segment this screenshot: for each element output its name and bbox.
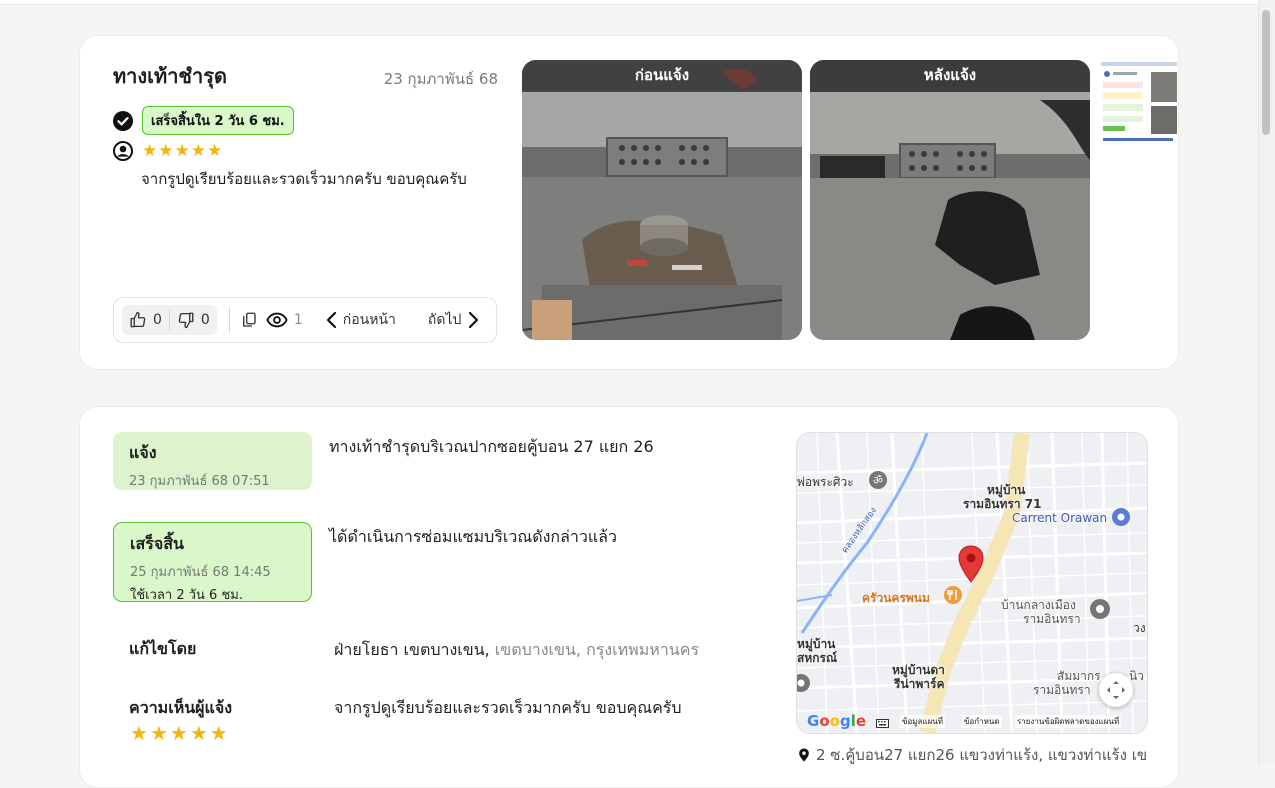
map-terms-link[interactable]: ข้อกำหนด [962,715,1002,728]
star-icon: ★ [169,721,188,745]
star-icon: ★ [190,140,206,161]
timeline-reported-text: ทางเท้าชำรุดบริเวณปากซอยคู้บอน 27 แยก 26 [329,437,654,456]
like-count: 0 [153,312,162,328]
status-row: เสร็จสิ้นใน 2 วัน 6 ชม. [113,106,294,135]
timeline-done-duration: ใช้เวลา 2 วัน 6 ชม. [130,588,243,603]
after-photo-image [810,60,1090,340]
report-summary-card: ทางเท้าชำรุด 23 กุมภาพันธ์ 68 เสร็จสิ้นใ… [79,35,1179,370]
star-icon: ★ [149,721,168,745]
before-photo-label: ก่อนแจ้ง [522,60,802,91]
star-icon: ★ [142,140,158,161]
view-count: 1 [293,312,303,328]
eye-icon [266,312,288,328]
like-button[interactable]: 0 [122,311,169,329]
fixed-by-area: เขตบางเขน, กรุงเทพมหานคร [489,640,700,659]
map-label-village4-line2: รีน่าพาร์ค [894,677,945,691]
check-circle-icon [113,110,133,131]
rating-stars: ★ ★ ★ ★ ★ [142,140,223,161]
user-circle-icon [113,141,133,161]
chevron-left-icon [326,311,336,329]
timeline-reported-title: แจ้ง [129,443,157,462]
dislike-button[interactable]: 0 [170,311,217,329]
location-pin-icon[interactable] [958,545,984,583]
rating-row: ★ ★ ★ ★ ★ [113,141,223,161]
star-icon: ★ [158,140,174,161]
thumbs-up-icon [130,311,146,328]
map-footer: Google ข้อมูลแผนที่ ข้อกำหนด รายงานข้อผิ… [797,712,1147,733]
timeline-done-text: ได้ดำเนินการซ่อมแซมบริเวณดังกล่าวแล้ว [329,527,617,546]
after-photo-label: หลังแจ้ง [810,60,1090,91]
copy-button[interactable] [240,311,258,329]
thumbs-down-icon [178,312,194,329]
restaurant-icon [944,586,962,604]
document-thumbnail-image [1099,60,1177,146]
reporter-comment-value: จากรูปดูเรียบร้อยและรวดเร็วมากครับ ขอบคุ… [334,698,682,717]
map-label-restaurant: ครัวนครพนม [862,591,930,605]
reporter-comment-label: ความเห็นผู้แจ้ง [129,698,233,717]
map-pin-icon [799,748,809,762]
reporter-rating-stars: ★ ★ ★ ★ ★ [130,723,230,743]
vote-group: 0 0 [122,305,217,335]
map-label-edge1: วง [1133,621,1146,635]
svg-text:ॐ: ॐ [873,474,883,487]
action-bar: 0 0 1 ก่อนหน้า ถัดไป [113,297,497,343]
timeline-done-date: 25 กุมภาพันธ์ 68 14:45 [130,565,271,580]
fixed-by-agency: ฝ่ายโยธา เขตบางเขน, [334,640,490,659]
top-edge [0,0,1258,5]
fixed-by-value: ฝ่ายโยธา เขตบางเขน, เขตบางเขน, กรุงเทพมห… [334,638,699,663]
before-photo[interactable]: ก่อนแจ้ง [522,60,802,340]
star-icon: ★ [130,721,148,745]
address: 2 ซ.คู้บอน27 แยก26 แขวงท่าแร้ง, แขวงท่าแ… [798,743,1148,767]
timeline-done: เสร็จสิ้น 25 กุมภาพันธ์ 68 14:45 ใช้เวลา… [113,522,312,603]
address-text: 2 ซ.คู้บอน27 แยก26 แขวงท่าแร้ง, แขวงท่าแ… [816,746,1148,764]
temple-icon: ॐ [869,471,887,489]
map-data-link[interactable]: ข้อมูลแผนที่ [900,715,946,728]
map-label-current: Carrent Orawan [1012,511,1108,525]
views-counter: 1 [266,309,303,331]
google-logo: Google [807,712,867,730]
prev-label: ก่อนหน้า [342,312,396,328]
divider [228,307,230,333]
map-label-village5-line2: รามอินทรา [1033,683,1091,697]
timeline-done-title: เสร็จสิ้น [130,534,184,553]
before-photo-image [522,60,802,340]
prev-button[interactable]: ก่อนหน้า [325,309,396,331]
scrollbar-thumb[interactable] [1262,10,1270,135]
star-icon: ★ [207,140,223,161]
status-badge: เสร็จสิ้นใน 2 วัน 6 ชม. [142,106,294,135]
map-label-village3-line2: สหกรณ์ [797,651,838,665]
document-thumbnail[interactable] [1099,60,1177,146]
report-detail-card: แจ้ง 23 กุมภาพันธ์ 68 07:51 ทางเท้าชำรุด… [79,406,1179,788]
timeline-reported-date: 23 กุมภาพันธ์ 68 07:51 [129,474,270,489]
map-label-village2-line2: รามอินทรา [1023,612,1081,626]
poi-marker-icon [797,674,810,692]
keyboard-icon[interactable] [876,719,889,728]
next-button[interactable]: ถัดไป [428,309,481,331]
timeline-reported: แจ้ง 23 กุมภาพันธ์ 68 07:51 [113,432,312,490]
map-label-temple: พ่อพระศิวะ [797,475,854,489]
dislike-count: 0 [200,312,210,328]
copy-icon [242,312,256,327]
move-icon [1107,681,1125,699]
recenter-map-button[interactable] [1099,673,1133,707]
poi-marker-icon [1090,599,1110,619]
location-map[interactable]: พ่อพระศิวะ ॐ หมู่บ้าน รามอินทรา 71 Carre… [796,432,1148,734]
star-icon: ★ [189,721,208,745]
place-marker-icon [1112,508,1130,526]
reporter-comment: จากรูปดูเรียบร้อยและรวดเร็วมากครับ ขอบคุ… [141,170,467,188]
after-photo[interactable]: หลังแจ้ง [810,60,1090,340]
star-icon: ★ [209,721,228,745]
report-date: 23 กุมภาพันธ์ 68 [383,70,498,88]
star-icon: ★ [174,140,190,161]
report-title: ทางเท้าชำรุด [113,64,227,88]
chevron-right-icon [469,311,479,329]
next-label: ถัดไป [427,312,462,328]
map-report-link[interactable]: รายงานข้อผิดพลาดของแผนที่ [1015,715,1122,728]
fixed-by-label: แก้ไขโดย [129,639,197,658]
